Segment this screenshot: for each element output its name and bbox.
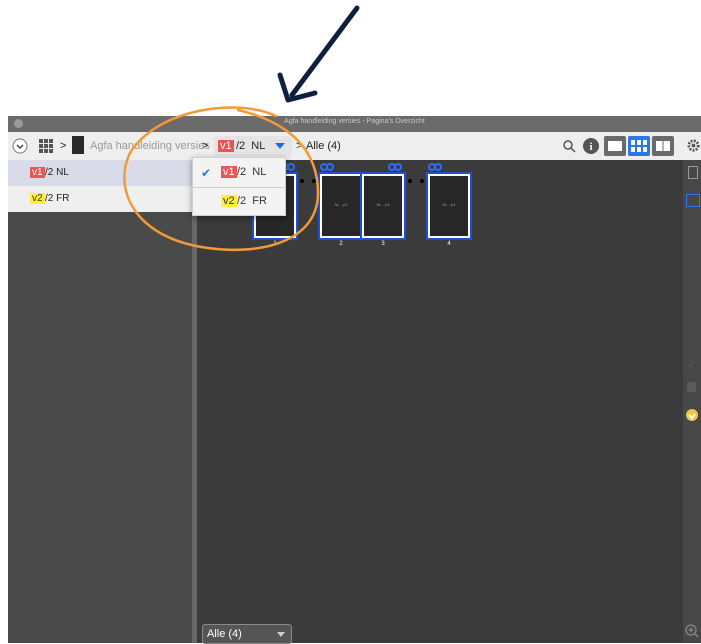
book-icon: [656, 141, 670, 151]
thumbs-down-icon[interactable]: [687, 382, 696, 392]
window-title: Agfa handleiding versies - Pagina's Over…: [284, 118, 425, 125]
breadcrumb-separator: >: [60, 140, 67, 152]
gear-icon[interactable]: [686, 138, 701, 153]
page-number: 4: [447, 241, 451, 247]
page-label: NL - p4: [442, 202, 456, 207]
page-label: NL - p3: [376, 202, 390, 207]
search-icon[interactable]: [562, 139, 576, 153]
grid-view-button[interactable]: [628, 136, 650, 156]
folder-view-button[interactable]: [604, 136, 626, 156]
toolbar: > Agfa handleiding versies > v1 /2 NL > …: [8, 132, 701, 161]
window-title-bar: Agfa handleiding versies - Pagina's Over…: [8, 116, 701, 132]
dual-page-icon[interactable]: [686, 194, 700, 207]
page-thumbnail[interactable]: NL - p4 4: [428, 174, 470, 247]
chevron-down-icon: [277, 632, 285, 637]
sidebar-item-label: /2 NL: [45, 167, 69, 178]
collapse-circle-icon[interactable]: [12, 138, 28, 154]
spread-view-button[interactable]: [652, 136, 674, 156]
version-chip: v1: [30, 167, 45, 178]
link-icon: [388, 163, 402, 171]
info-icon[interactable]: i: [582, 137, 600, 155]
page-thumbnail[interactable]: NL - p3 3: [362, 174, 404, 247]
version-chip: v2: [30, 193, 45, 204]
annotation-circle: [123, 106, 320, 252]
spread-dot: [420, 179, 424, 183]
document-thumbnail-icon: [72, 136, 84, 154]
page-image: NL - p4: [428, 174, 470, 238]
sidebar-item-label: /2 FR: [45, 193, 70, 204]
svg-text:i: i: [589, 141, 592, 153]
rotate-arrow-icon[interactable]: [685, 408, 699, 422]
right-tool-bar: ✓: [683, 160, 701, 643]
check-icon[interactable]: ✓: [687, 358, 696, 371]
folder-icon: [608, 141, 622, 151]
spread-dot: [408, 179, 412, 183]
annotation-arrow: [277, 5, 360, 103]
filter-select-value: Alle (4): [207, 628, 242, 640]
zoom-in-icon[interactable]: [685, 624, 699, 638]
page-number: 3: [381, 241, 385, 247]
page-image: NL - p3: [362, 174, 404, 238]
thumbnail-grid-icon: [631, 140, 647, 152]
single-page-icon[interactable]: [688, 166, 698, 179]
filter-select[interactable]: Alle (4): [202, 624, 292, 644]
grid-menu-icon[interactable]: [38, 138, 54, 154]
link-icon: [428, 163, 442, 171]
